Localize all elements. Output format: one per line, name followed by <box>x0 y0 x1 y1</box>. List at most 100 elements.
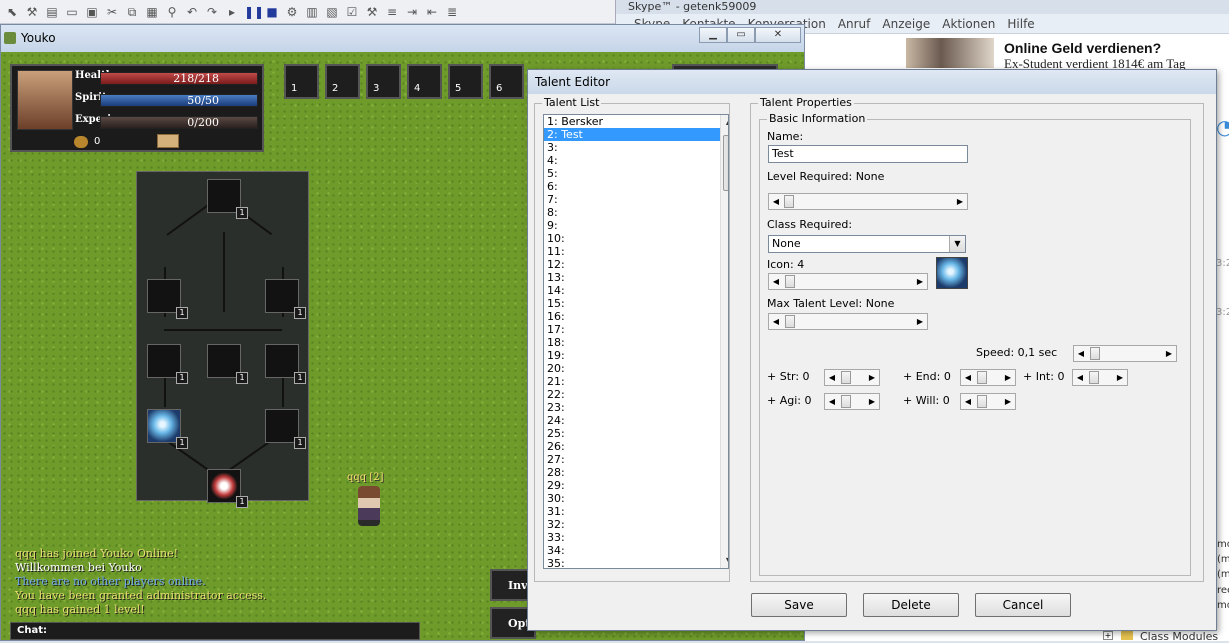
talent-list-item[interactable]: 34: <box>544 544 728 557</box>
talent-list-item[interactable]: 25: <box>544 427 728 440</box>
toolbox-icon[interactable]: ⚒ <box>364 4 380 20</box>
arrow-left-icon[interactable]: ◀ <box>769 314 783 329</box>
hotbar-slot-2[interactable]: 2 <box>325 64 360 99</box>
hotbar-slot-4[interactable]: 4 <box>407 64 442 99</box>
talent-list-scrollbar[interactable]: ▲ ▼ <box>720 115 728 568</box>
talent-list-item[interactable]: 4: <box>544 154 728 167</box>
talent-list-item[interactable]: 13: <box>544 271 728 284</box>
hotbar-slot-6[interactable]: 6 <box>489 64 524 99</box>
talent-list-item[interactable]: 35: <box>544 557 728 568</box>
slider-thumb[interactable] <box>841 395 851 408</box>
scroll-down-icon[interactable]: ▼ <box>721 554 728 568</box>
hotbar-slot-1[interactable]: 1 <box>284 64 319 99</box>
max-level-slider[interactable]: ◀ ▶ <box>768 313 928 330</box>
redo-icon[interactable]: ↷ <box>204 4 220 20</box>
class-required-select[interactable]: None ▼ <box>768 235 966 253</box>
pause-icon[interactable]: ❚❚ <box>244 4 264 20</box>
arrow-left-icon[interactable]: ◀ <box>769 194 783 209</box>
will-slider[interactable]: ◀ ▶ <box>960 393 1016 410</box>
menu-hilfe[interactable]: Hilfe <box>1007 17 1034 31</box>
minimize-button[interactable]: ▁ <box>699 27 727 43</box>
talent-list-item[interactable]: 32: <box>544 518 728 531</box>
name-field[interactable]: Test <box>768 145 968 163</box>
delete-button[interactable]: Delete <box>863 593 959 617</box>
arrow-left-icon[interactable]: ◀ <box>825 370 839 385</box>
arrow-left-icon[interactable]: ◀ <box>1074 346 1088 361</box>
level-required-slider[interactable]: ◀ ▶ <box>768 193 968 210</box>
slider-thumb[interactable] <box>785 315 795 328</box>
tool-icon[interactable]: ⚒ <box>24 4 40 20</box>
icon-slider[interactable]: ◀ ▶ <box>768 273 928 290</box>
arrow-right-icon[interactable]: ▶ <box>865 394 879 409</box>
arrow-right-icon[interactable]: ▶ <box>1162 346 1176 361</box>
close-button[interactable]: ✕ <box>755 27 801 43</box>
menu-aktionen[interactable]: Aktionen <box>942 17 995 31</box>
talent-list-item[interactable]: 2: Test <box>544 128 728 141</box>
talent-list-item[interactable]: 9: <box>544 219 728 232</box>
arrow-left-icon[interactable]: ◀ <box>769 274 783 289</box>
arrow-right-icon[interactable]: ▶ <box>1001 370 1015 385</box>
arrow-right-icon[interactable]: ▶ <box>1113 370 1127 385</box>
scroll-thumb[interactable] <box>723 135 728 191</box>
hotbar-slot-5[interactable]: 5 <box>448 64 483 99</box>
arrow-left-icon[interactable]: ◀ <box>1073 370 1087 385</box>
hotbar-slot-3[interactable]: 3 <box>366 64 401 99</box>
save-icon[interactable]: ▣ <box>84 4 100 20</box>
talent-list-item[interactable]: 20: <box>544 362 728 375</box>
str-slider[interactable]: ◀ ▶ <box>824 369 880 386</box>
talent-list-item[interactable]: 12: <box>544 258 728 271</box>
talent-list-item[interactable]: 23: <box>544 401 728 414</box>
talent-list-item[interactable]: 26: <box>544 440 728 453</box>
find-icon[interactable]: ⚲ <box>164 4 180 20</box>
int-slider[interactable]: ◀ ▶ <box>1072 369 1128 386</box>
undo-icon[interactable]: ↶ <box>184 4 200 20</box>
talent-list-item[interactable]: 33: <box>544 531 728 544</box>
slider-thumb[interactable] <box>785 275 795 288</box>
talent-list-item[interactable]: 19: <box>544 349 728 362</box>
maximize-button[interactable]: ▭ <box>727 27 755 43</box>
scroll-icon[interactable] <box>157 134 179 148</box>
list-icon[interactable]: ≡ <box>384 4 400 20</box>
slider-thumb[interactable] <box>841 371 851 384</box>
arrow-left-icon[interactable]: ◀ <box>961 370 975 385</box>
arrow-right-icon[interactable]: ▶ <box>1001 394 1015 409</box>
arrow-left-icon[interactable]: ◀ <box>961 394 975 409</box>
tree-item-class-modules[interactable]: Class Modules <box>1140 630 1218 643</box>
talent-list-item[interactable]: 3: <box>544 141 728 154</box>
open-icon[interactable]: ▭ <box>64 4 80 20</box>
talent-list-item[interactable]: 1: Bersker <box>544 115 728 128</box>
scroll-up-icon[interactable]: ▲ <box>721 115 728 129</box>
run-icon[interactable]: ▸ <box>224 4 240 20</box>
talent-list-item[interactable]: 22: <box>544 388 728 401</box>
checklist-icon[interactable]: ☑ <box>344 4 360 20</box>
talent-list-item[interactable]: 29: <box>544 479 728 492</box>
stop-icon[interactable]: ■ <box>264 4 280 20</box>
arrow-left-icon[interactable]: ◀ <box>825 394 839 409</box>
slider-thumb[interactable] <box>1090 347 1100 360</box>
cancel-button[interactable]: Cancel <box>975 593 1071 617</box>
cut-icon[interactable]: ✂ <box>104 4 120 20</box>
arrow-right-icon[interactable]: ▶ <box>953 194 967 209</box>
talent-list-item[interactable]: 14: <box>544 284 728 297</box>
talent-list-item[interactable]: 16: <box>544 310 728 323</box>
project-icon[interactable]: ⚙ <box>284 4 300 20</box>
speed-slider[interactable]: ◀ ▶ <box>1073 345 1177 362</box>
chevron-down-icon[interactable]: ▼ <box>949 236 965 252</box>
character-sprite[interactable] <box>358 486 380 526</box>
outdent-icon[interactable]: ⇤ <box>424 4 440 20</box>
talent-list-item[interactable]: 7: <box>544 193 728 206</box>
tree-expand-icon[interactable]: + <box>1103 631 1113 640</box>
slider-thumb[interactable] <box>784 195 794 208</box>
talent-list-item[interactable]: 6: <box>544 180 728 193</box>
contact-icon[interactable]: ◔ <box>1216 115 1229 145</box>
talent-list-item[interactable]: 24: <box>544 414 728 427</box>
save-button[interactable]: Save <box>751 593 847 617</box>
paste-icon[interactable]: ▦ <box>144 4 160 20</box>
menu-anruf[interactable]: Anruf <box>838 17 871 31</box>
arrow-right-icon[interactable]: ▶ <box>913 274 927 289</box>
arrow-right-icon[interactable]: ▶ <box>865 370 879 385</box>
talent-list-item[interactable]: 10: <box>544 232 728 245</box>
talent-list-item[interactable]: 18: <box>544 336 728 349</box>
talent-list-item[interactable]: 27: <box>544 453 728 466</box>
slider-thumb[interactable] <box>1089 371 1099 384</box>
